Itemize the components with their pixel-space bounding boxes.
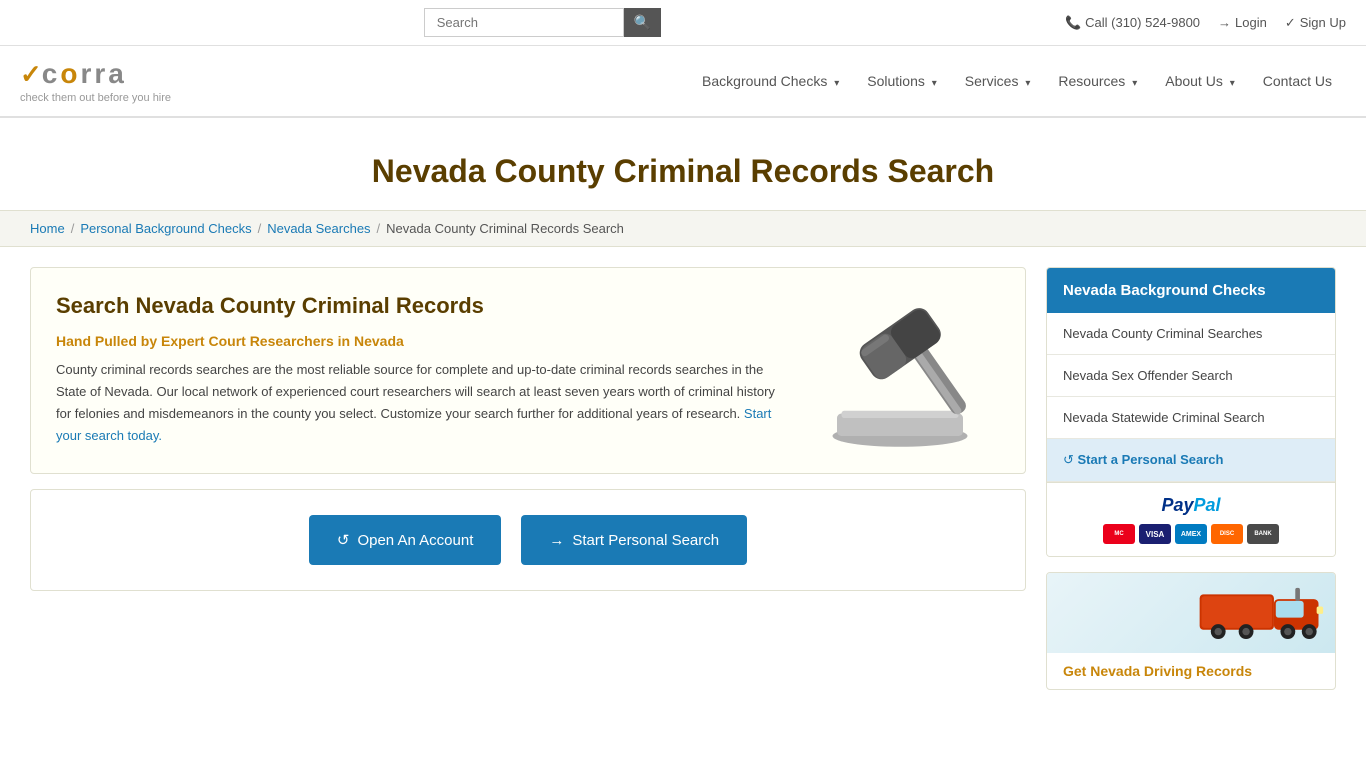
discover-icon: DISC <box>1211 524 1243 544</box>
search-wrapper: 🔍 <box>424 8 661 37</box>
gavel-image <box>800 293 1000 453</box>
mastercard-icon: MC <box>1103 524 1135 544</box>
sidebar-column: Nevada Background Checks Nevada County C… <box>1046 267 1336 690</box>
nav-item-services: Services ▾ <box>951 49 1045 113</box>
nav-item-contact: Contact Us <box>1249 49 1346 113</box>
nav-link-contact[interactable]: Contact Us <box>1249 49 1346 113</box>
breadcrumb-sep-3: / <box>377 221 381 236</box>
paypal-text: PayPal <box>1161 495 1220 516</box>
nav-item-resources: Resources ▾ <box>1044 49 1151 113</box>
open-account-icon: ↺ <box>337 531 350 549</box>
logo-check-mark: ✓ <box>20 59 42 90</box>
nav-menu: Background Checks ▾ Solutions ▾ Services… <box>688 49 1346 113</box>
nav-label-contact: Contact Us <box>1263 73 1332 89</box>
card-icons: MC VISA AMEX DISC BANK <box>1103 524 1279 544</box>
search-button[interactable]: 🔍 <box>624 8 661 37</box>
visa-icon: VISA <box>1139 524 1171 544</box>
nav-link-solutions[interactable]: Solutions ▾ <box>853 49 951 113</box>
gavel-svg <box>810 293 990 453</box>
paypal-logo: PayPal MC VISA AMEX DISC BANK <box>1103 495 1279 544</box>
sidebar-nevada-checks: Nevada Background Checks Nevada County C… <box>1046 267 1336 557</box>
nav-link-about[interactable]: About Us ▾ <box>1151 49 1249 113</box>
start-personal-search-button[interactable]: → Start Personal Search <box>521 515 747 565</box>
nav-label-about: About Us <box>1165 73 1223 89</box>
content-body: County criminal records searches are the… <box>56 359 780 447</box>
main-content: Search Nevada County Criminal Records Ha… <box>0 247 1366 710</box>
nav-item-solutions: Solutions ▾ <box>853 49 951 113</box>
logo: ✓ corra check them out before you hire <box>20 58 171 104</box>
breadcrumb-sep-2: / <box>258 221 262 236</box>
action-card: ↺ Open An Account → Start Personal Searc… <box>30 489 1026 591</box>
content-card: Search Nevada County Criminal Records Ha… <box>30 267 1026 474</box>
breadcrumb: Home / Personal Background Checks / Neva… <box>0 210 1366 247</box>
driving-img-area <box>1047 573 1335 653</box>
start-personal-search-label: Start Personal Search <box>572 532 719 549</box>
top-links: 📞 Call (310) 524-9800 → Login ✓ Sign Up <box>1065 15 1346 31</box>
phone-icon: 📞 <box>1065 15 1081 31</box>
sidebar-header: Nevada Background Checks <box>1047 268 1335 313</box>
sidebar-personal-search-icon: ↺ <box>1063 452 1078 467</box>
open-account-label: Open An Account <box>357 532 473 549</box>
logo-text: corra <box>42 58 127 90</box>
dropdown-caret-solutions: ▾ <box>932 78 937 89</box>
open-account-button[interactable]: ↺ Open An Account <box>309 515 502 565</box>
content-subheading: Hand Pulled by Expert Court Researchers … <box>56 333 780 349</box>
content-text: Search Nevada County Criminal Records Ha… <box>56 293 780 447</box>
nav-link-resources[interactable]: Resources ▾ <box>1044 49 1151 113</box>
page-title: Nevada County Criminal Records Search <box>20 153 1346 190</box>
sidebar-item-sex-offender[interactable]: Nevada Sex Offender Search <box>1047 355 1335 397</box>
logo-link[interactable]: ✓ corra check them out before you hire <box>20 46 191 116</box>
driving-card-title: Get Nevada Driving Records <box>1047 653 1335 689</box>
dropdown-caret-services: ▾ <box>1025 78 1030 89</box>
nav-item-background-checks: Background Checks ▾ <box>688 49 853 113</box>
top-bar: 🔍 📞 Call (310) 524-9800 → Login ✓ Sign U… <box>0 0 1366 46</box>
paypal-section: PayPal MC VISA AMEX DISC BANK <box>1047 482 1335 556</box>
content-body-text: County criminal records searches are the… <box>56 362 775 421</box>
dropdown-caret-about: ▾ <box>1230 78 1235 89</box>
nav-item-about: About Us ▾ <box>1151 49 1249 113</box>
breadcrumb-personal[interactable]: Personal Background Checks <box>80 221 251 236</box>
nav-label-resources: Resources <box>1058 73 1125 89</box>
call-label: Call (310) 524-9800 <box>1085 15 1200 30</box>
sidebar-item-county-criminal-label: Nevada County Criminal Searches <box>1063 326 1262 341</box>
nav-label-background-checks: Background Checks <box>702 73 827 89</box>
page-title-section: Nevada County Criminal Records Search <box>0 118 1366 210</box>
dropdown-caret-resources: ▾ <box>1132 78 1137 89</box>
breadcrumb-nevada[interactable]: Nevada Searches <box>267 221 370 236</box>
login-label: Login <box>1235 15 1267 30</box>
truck-svg <box>1195 578 1325 648</box>
sidebar-item-statewide-label: Nevada Statewide Criminal Search <box>1063 410 1265 425</box>
nav-label-solutions: Solutions <box>867 73 925 89</box>
sidebar-item-county-criminal[interactable]: Nevada County Criminal Searches <box>1047 313 1335 355</box>
signup-label: Sign Up <box>1300 15 1346 30</box>
nav-link-background-checks[interactable]: Background Checks ▾ <box>688 49 853 113</box>
breadcrumb-home[interactable]: Home <box>30 221 65 236</box>
bank-icon: BANK <box>1247 524 1279 544</box>
start-search-icon: → <box>549 532 564 549</box>
content-column: Search Nevada County Criminal Records Ha… <box>30 267 1026 690</box>
login-link[interactable]: → Login <box>1218 15 1267 30</box>
breadcrumb-sep-1: / <box>71 221 75 236</box>
nav-link-services[interactable]: Services ▾ <box>951 49 1045 113</box>
signup-check-icon: ✓ <box>1285 15 1296 31</box>
content-heading: Search Nevada County Criminal Records <box>56 293 780 319</box>
search-input[interactable] <box>424 8 624 37</box>
call-link[interactable]: 📞 Call (310) 524-9800 <box>1065 15 1200 31</box>
breadcrumb-current: Nevada County Criminal Records Search <box>386 221 624 236</box>
logo-tagline: check them out before you hire <box>20 92 171 104</box>
amex-icon: AMEX <box>1175 524 1207 544</box>
login-arrow-icon: → <box>1218 15 1231 30</box>
driving-records-card: Get Nevada Driving Records <box>1046 572 1336 690</box>
sidebar-item-statewide[interactable]: Nevada Statewide Criminal Search <box>1047 397 1335 439</box>
dropdown-caret-background-checks: ▾ <box>834 78 839 89</box>
sidebar-item-personal-search-label: Start a Personal Search <box>1078 452 1224 467</box>
sidebar-item-personal-search[interactable]: ↺ Start a Personal Search <box>1047 439 1335 482</box>
sidebar-item-sex-offender-label: Nevada Sex Offender Search <box>1063 368 1233 383</box>
signup-link[interactable]: ✓ Sign Up <box>1285 15 1346 31</box>
navbar: ✓ corra check them out before you hire B… <box>0 46 1366 118</box>
nav-label-services: Services <box>965 73 1019 89</box>
